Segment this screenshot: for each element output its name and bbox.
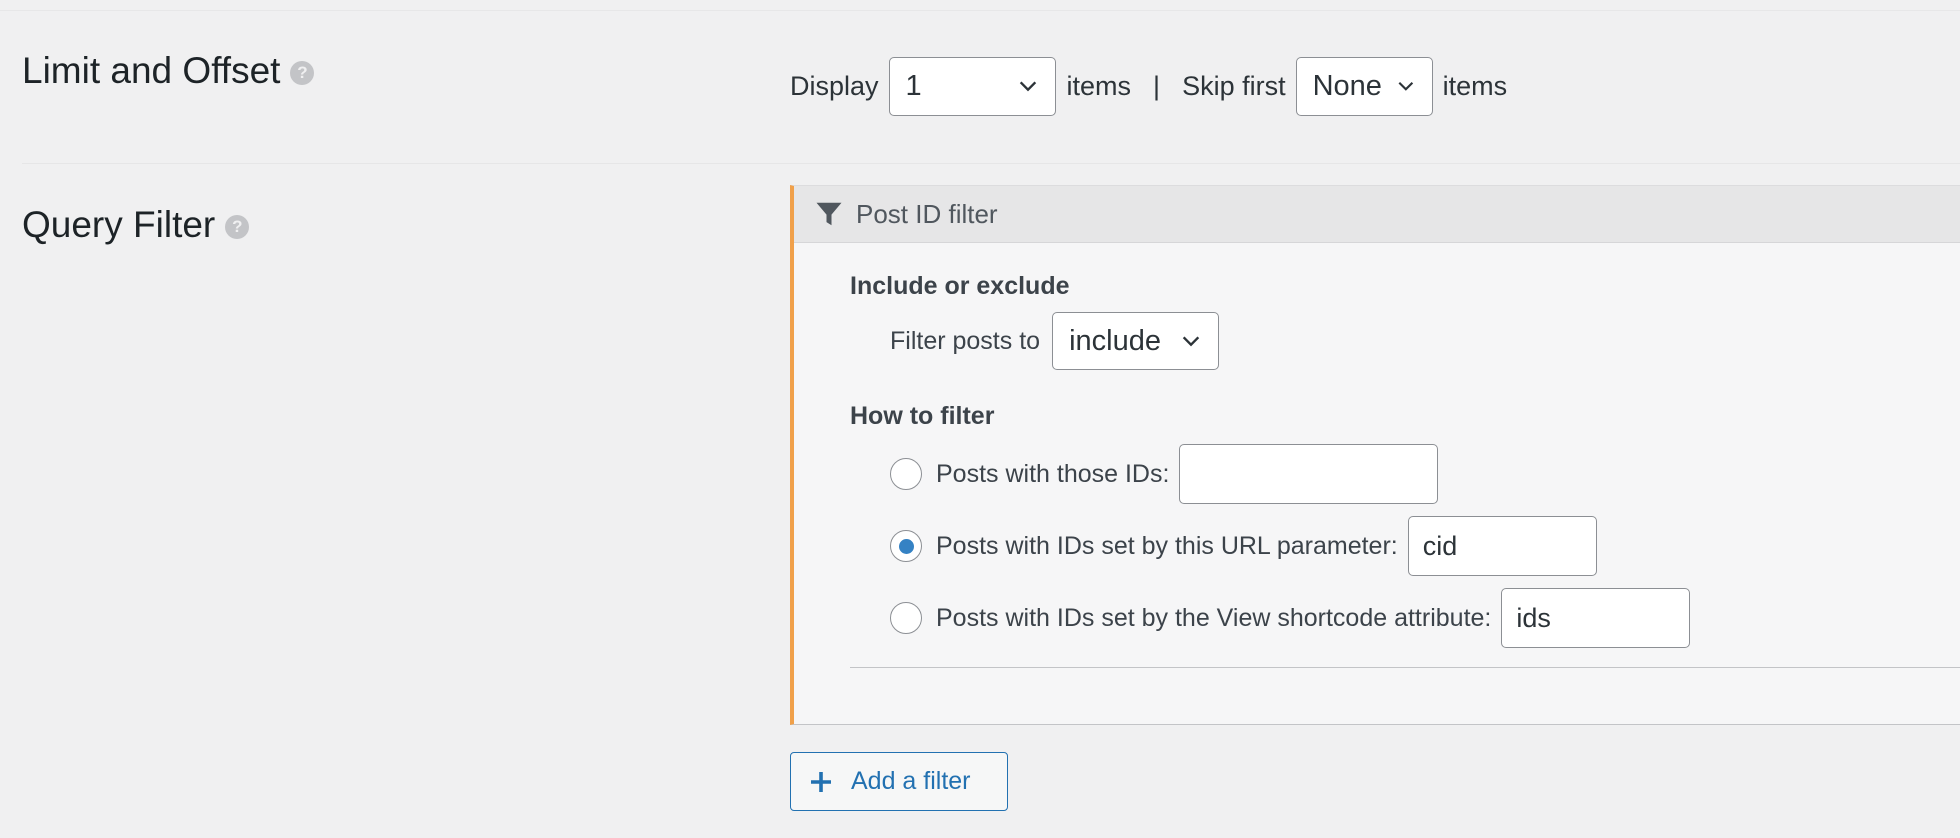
top-divider — [0, 10, 1960, 11]
how-to-filter-heading: How to filter — [850, 402, 995, 430]
plus-icon — [811, 771, 831, 792]
option-url-parameter: Posts with IDs set by this URL parameter… — [890, 516, 1597, 576]
filter-posts-label: Filter posts to — [890, 326, 1041, 355]
filter-panel-header[interactable]: Post ID filter — [794, 186, 1960, 243]
chevron-down-icon — [1182, 336, 1200, 347]
display-label: Display — [790, 70, 879, 101]
chevron-down-icon — [1019, 81, 1036, 92]
limit-offset-title: Limit and Offset ? — [22, 50, 315, 92]
items-label: items — [1442, 70, 1508, 101]
limit-offset-title-text: Limit and Offset — [22, 50, 281, 91]
section-divider — [22, 163, 1960, 164]
help-icon[interactable]: ? — [225, 215, 250, 239]
filter-panel-title: Post ID filter — [856, 198, 998, 229]
radio-those-ids[interactable] — [890, 458, 922, 490]
url-parameter-input[interactable] — [1407, 516, 1597, 576]
skip-first-select[interactable]: None — [1295, 56, 1433, 116]
skip-first-value: None — [1312, 69, 1382, 102]
chevron-down-icon — [1398, 81, 1414, 91]
display-count-value: 1 — [905, 69, 922, 102]
radio-shortcode-attribute[interactable] — [890, 602, 922, 634]
shortcode-attribute-input[interactable] — [1501, 588, 1691, 648]
include-exclude-value: include — [1069, 324, 1161, 357]
panel-divider — [850, 667, 1960, 668]
option-label: Posts with IDs set by this URL parameter… — [936, 531, 1398, 560]
funnel-icon — [816, 202, 842, 226]
radio-url-parameter[interactable] — [890, 530, 922, 562]
post-ids-input[interactable] — [1179, 444, 1439, 504]
add-filter-label: Add a filter — [851, 767, 971, 795]
radio-selected-dot — [898, 538, 914, 554]
include-exclude-select[interactable]: include — [1052, 312, 1220, 370]
display-count-select[interactable]: 1 — [888, 56, 1056, 116]
limit-offset-controls: Display 1 items | Skip first None items — [790, 56, 1507, 116]
filter-posts-row: Filter posts to include — [890, 312, 1220, 370]
separator: | — [1153, 70, 1161, 101]
items-label: items — [1066, 70, 1132, 101]
add-filter-button[interactable]: Add a filter — [790, 752, 1008, 811]
include-exclude-heading: Include or exclude — [850, 272, 1070, 300]
option-those-ids: Posts with those IDs: — [890, 444, 1439, 504]
query-filter-title: Query Filter ? — [22, 204, 250, 246]
query-filter-title-text: Query Filter — [22, 204, 216, 245]
help-icon[interactable]: ? — [290, 61, 315, 85]
skip-first-label: Skip first — [1182, 70, 1286, 101]
option-label: Posts with IDs set by the View shortcode… — [936, 603, 1492, 632]
post-id-filter-panel: Post ID filter Include or exclude Filter… — [790, 185, 1960, 725]
option-label: Posts with those IDs: — [936, 459, 1170, 488]
option-shortcode-attribute: Posts with IDs set by the View shortcode… — [890, 588, 1691, 648]
